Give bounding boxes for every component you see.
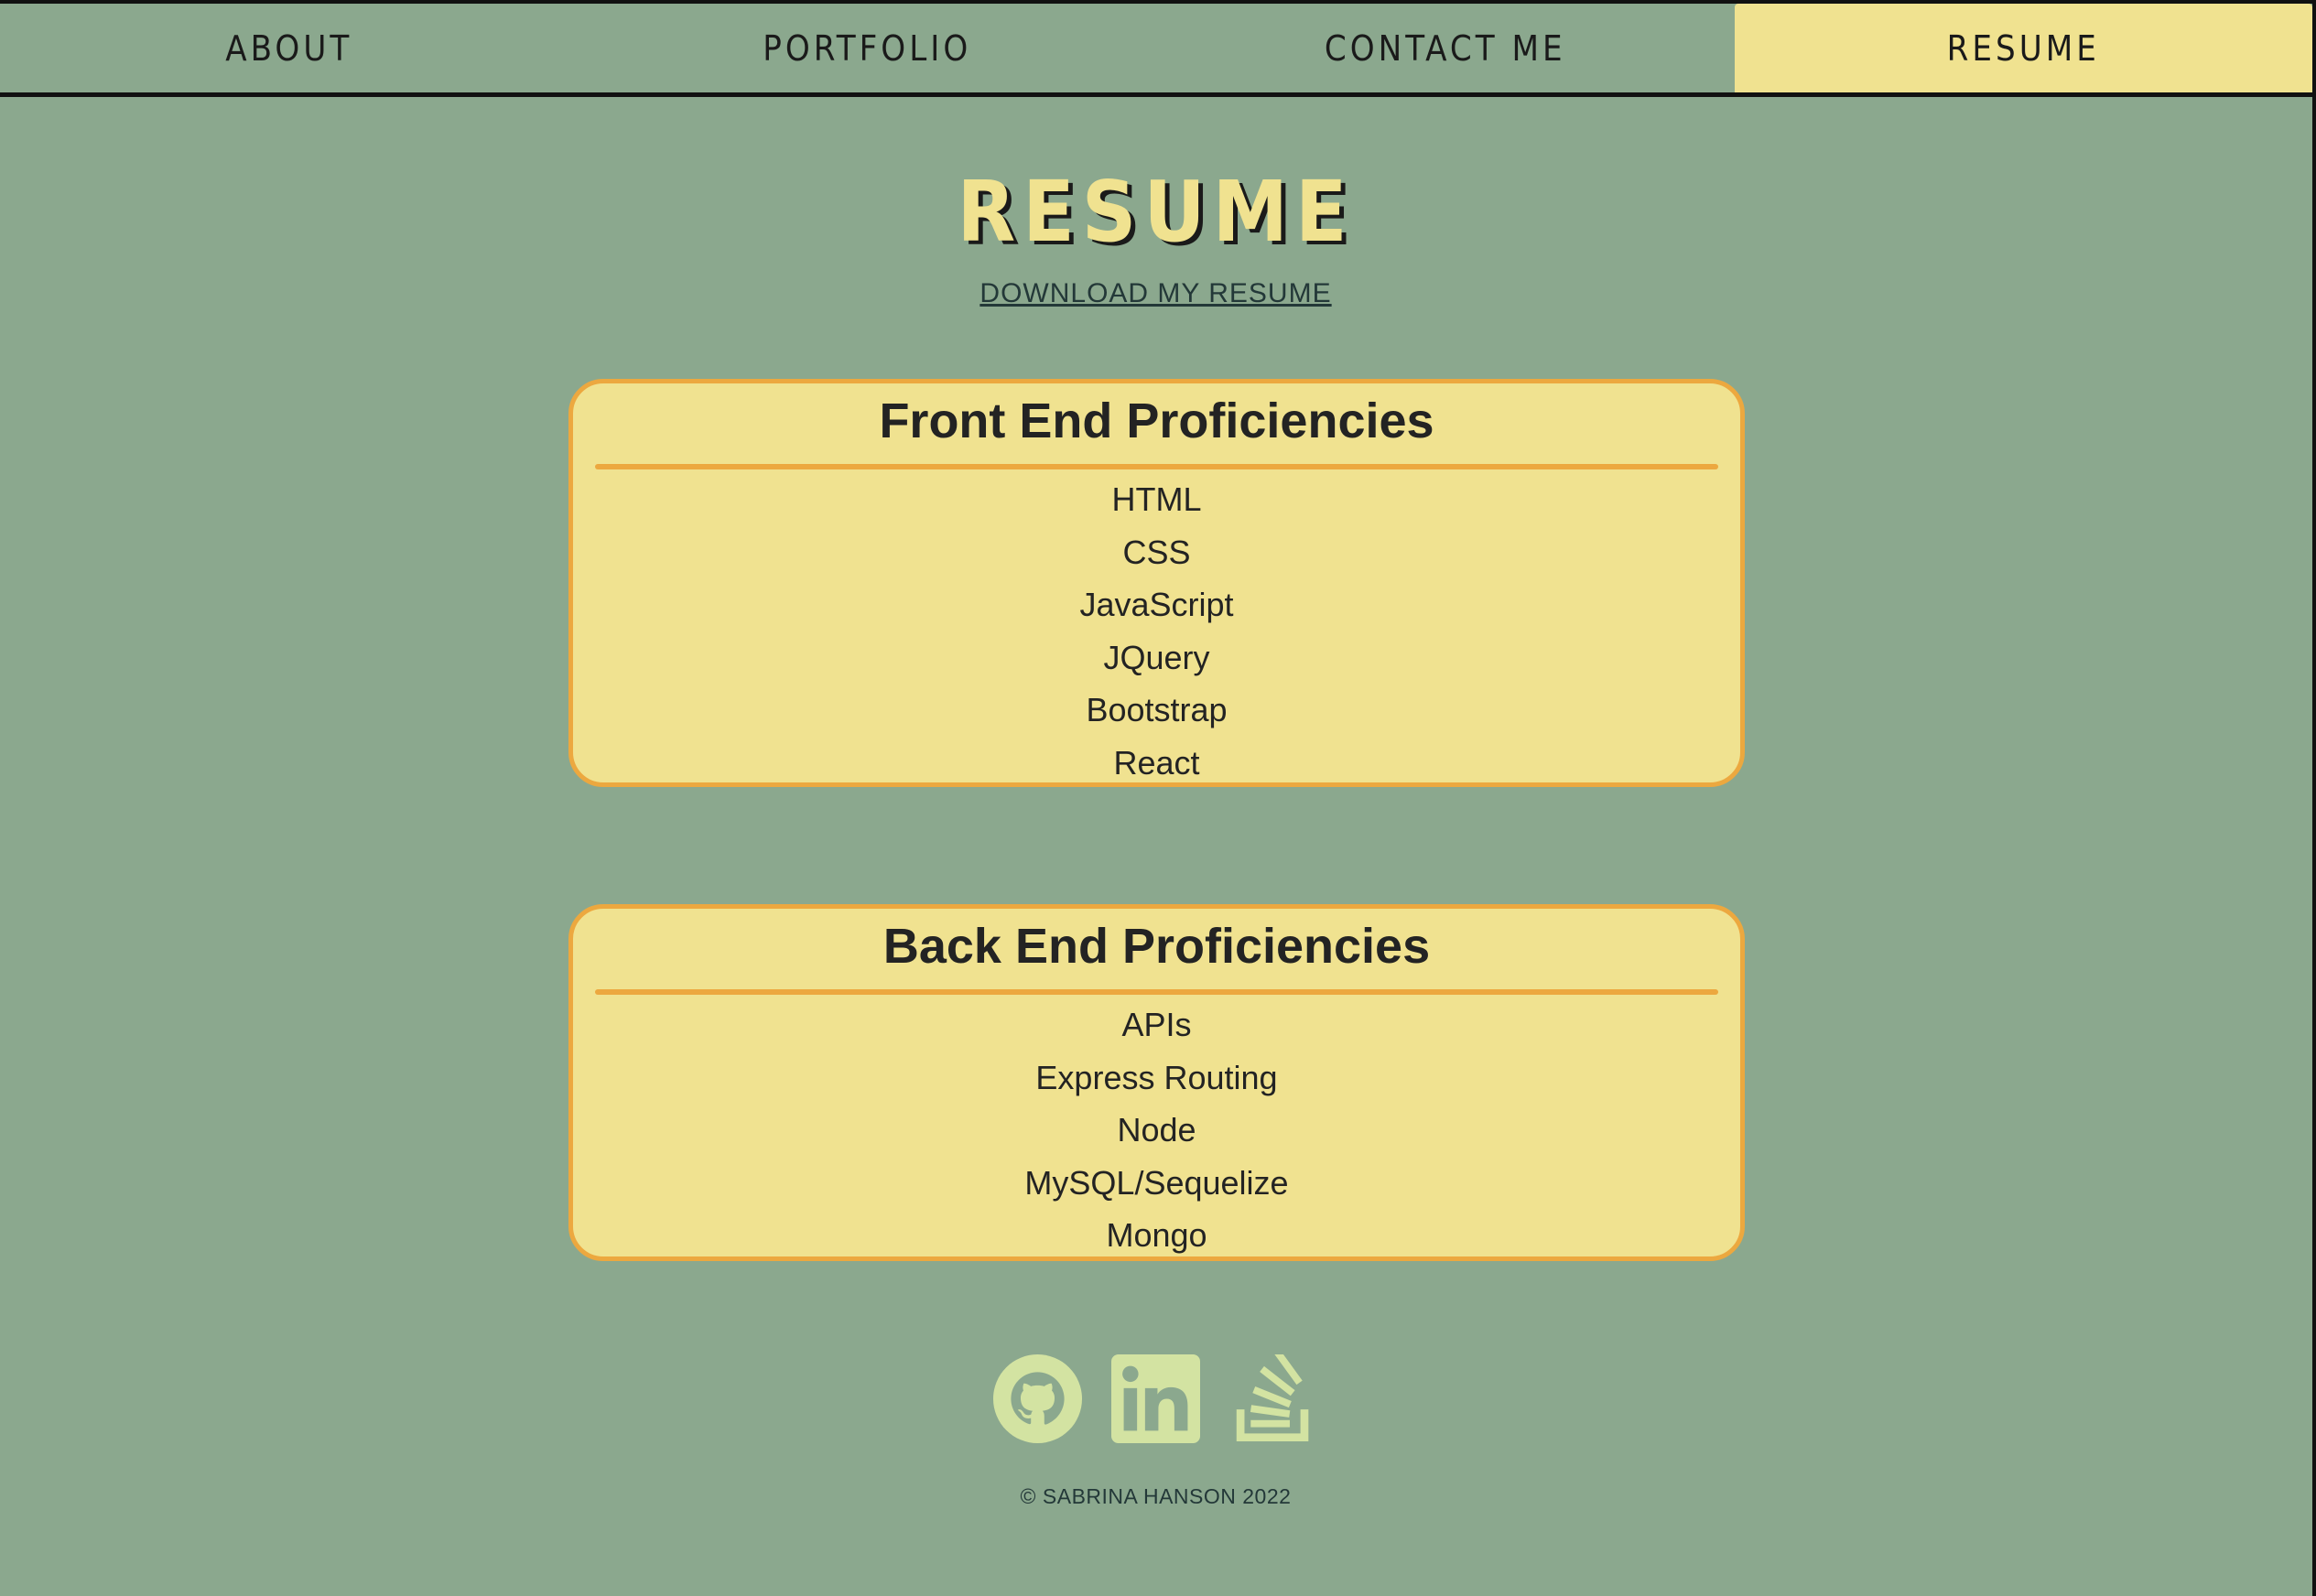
list-item: React — [1113, 743, 1200, 782]
download-resume-link[interactable]: DOWNLOAD MY RESUME — [979, 278, 1331, 308]
stackoverflow-icon[interactable] — [1229, 1354, 1318, 1443]
list-item: MySQL/Sequelize — [1024, 1163, 1289, 1202]
list-item: JavaScript — [1079, 586, 1234, 623]
list-item: HTML — [1111, 480, 1202, 518]
back-end-card: Back End Proficiencies APIs Express Rout… — [568, 904, 1745, 1261]
copyright-text: © SABRINA HANSON 2022 — [1020, 1484, 1292, 1508]
nav-contact-me[interactable]: CONTACT ME — [1156, 4, 1735, 92]
list-item: Mongo — [1106, 1216, 1207, 1254]
list-item: Express Routing — [1035, 1058, 1278, 1096]
front-end-card: Front End Proficiencies HTML CSS JavaScr… — [568, 379, 1745, 787]
list-item: Node — [1117, 1111, 1196, 1148]
list-item: JQuery — [1103, 638, 1210, 676]
linkedin-icon[interactable] — [1111, 1354, 1200, 1443]
front-end-list: HTML CSS JavaScript JQuery Bootstrap Rea… — [573, 469, 1740, 789]
back-end-list: APIs Express Routing Node MySQL/Sequeliz… — [573, 995, 1740, 1262]
back-end-title: Back End Proficiencies — [882, 919, 1431, 974]
list-item: CSS — [1122, 533, 1191, 571]
list-item: APIs — [1121, 1006, 1192, 1043]
front-end-title: Front End Proficiencies — [879, 394, 1434, 448]
nav-portfolio[interactable]: PORTFOLIO — [579, 4, 1157, 92]
social-links — [0, 1354, 2311, 1443]
nav-about[interactable]: ABOUT — [0, 4, 579, 92]
github-icon[interactable] — [993, 1354, 1082, 1443]
nav-resume[interactable]: RESUME — [1734, 4, 2312, 92]
page-title: RESUME — [957, 163, 1355, 261]
list-item: Bootstrap — [1086, 691, 1228, 728]
top-nav: ABOUT PORTFOLIO CONTACT ME RESUME — [0, 0, 2316, 97]
download-resume-container: DOWNLOAD MY RESUME — [0, 278, 2311, 309]
page: ABOUT PORTFOLIO CONTACT ME RESUME RESUME… — [0, 0, 2316, 1596]
